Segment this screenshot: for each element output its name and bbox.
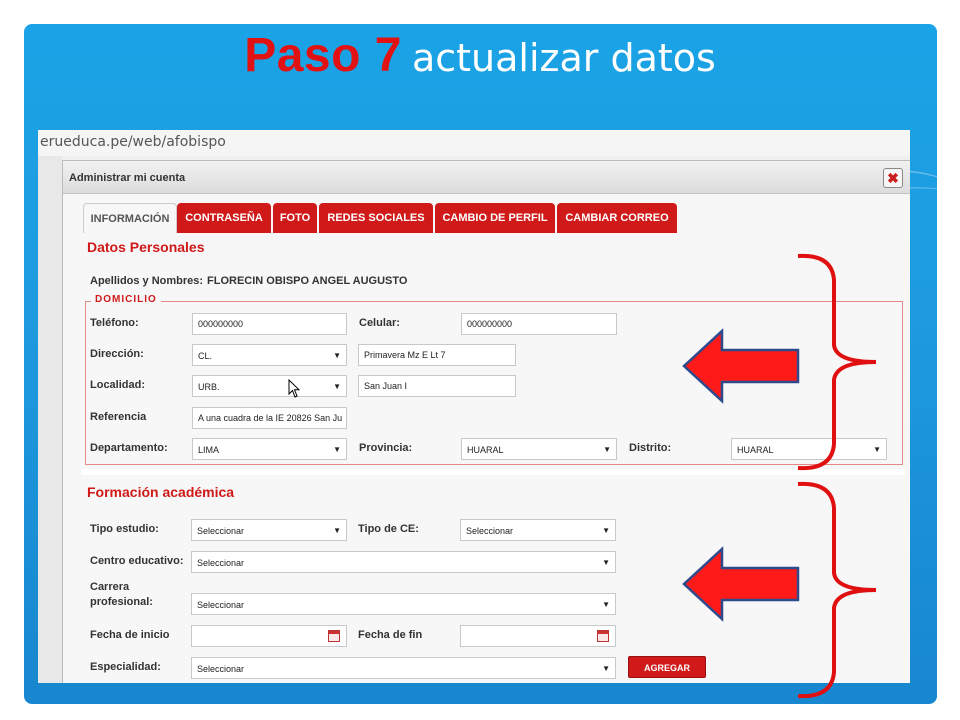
carrera-select[interactable]: Seleccionar ▼ bbox=[191, 593, 616, 615]
tipo-estudio-label: Tipo estudio: bbox=[90, 523, 159, 535]
tipo-estudio-value: Seleccionar bbox=[197, 526, 245, 536]
centro-educativo-select[interactable]: Seleccionar ▼ bbox=[191, 551, 616, 573]
distrito-label: Distrito: bbox=[629, 442, 672, 454]
calendar-icon[interactable] bbox=[597, 630, 609, 642]
datos-personales-title: Datos Personales bbox=[87, 239, 205, 255]
localidad-type-select[interactable]: URB. ▼ bbox=[192, 375, 347, 397]
localidad-type-value: URB. bbox=[198, 382, 220, 392]
localidad-input[interactable]: San Juan I bbox=[358, 375, 516, 397]
departamento-select[interactable]: LIMA ▼ bbox=[192, 438, 347, 460]
tab-foto[interactable]: FOTO bbox=[273, 203, 317, 233]
direccion-input[interactable]: Primavera Mz E Lt 7 bbox=[358, 344, 516, 366]
fecha-inicio-label: Fecha de inicio bbox=[90, 629, 170, 641]
carrera-label-line2: profesional: bbox=[90, 596, 153, 608]
provincia-select[interactable]: HUARAL ▼ bbox=[461, 438, 617, 460]
modal-title: Administrar mi cuenta bbox=[69, 172, 186, 184]
provincia-label: Provincia: bbox=[359, 442, 413, 454]
close-icon: ✖ bbox=[887, 170, 899, 186]
localidad-label: Localidad: bbox=[90, 379, 146, 391]
tab-redes-sociales[interactable]: REDES SOCIALES bbox=[319, 203, 433, 233]
slide-title: Paso 7 actualizar datos bbox=[0, 28, 960, 83]
tipo-ce-select[interactable]: Seleccionar ▼ bbox=[460, 519, 616, 541]
slide-title-step: Paso 7 bbox=[244, 29, 402, 82]
departamento-value: LIMA bbox=[198, 445, 220, 455]
slide-title-text: actualizar datos bbox=[411, 36, 716, 80]
section-divider bbox=[81, 469, 905, 475]
carrera-value: Seleccionar bbox=[197, 600, 245, 610]
mouse-cursor-icon bbox=[288, 379, 301, 398]
direccion-type-value: CL. bbox=[198, 351, 213, 361]
celular-input[interactable]: 000000000 bbox=[461, 313, 617, 335]
fecha-fin-label: Fecha de fin bbox=[358, 629, 423, 641]
modal-header: Administrar mi cuenta ✖ bbox=[63, 161, 910, 194]
right-brace-icon bbox=[797, 481, 877, 699]
pointer-arrow-icon bbox=[682, 328, 800, 404]
chevron-down-icon: ▼ bbox=[333, 526, 341, 535]
celular-label: Celular: bbox=[359, 317, 400, 329]
centro-educativo-value: Seleccionar bbox=[197, 558, 245, 568]
tab-contrasena[interactable]: CONTRASEÑA bbox=[177, 203, 271, 233]
referencia-input[interactable]: A una cuadra de la IE 20826 San Ju bbox=[192, 407, 347, 429]
chevron-down-icon: ▼ bbox=[602, 558, 610, 567]
carrera-label-line1: Carrera bbox=[90, 581, 130, 593]
especialidad-select[interactable]: Seleccionar ▼ bbox=[191, 657, 616, 679]
tab-cambio-de-perfil[interactable]: CAMBIO DE PERFIL bbox=[435, 203, 555, 233]
chevron-down-icon: ▼ bbox=[602, 526, 610, 535]
tipo-estudio-select[interactable]: Seleccionar ▼ bbox=[191, 519, 347, 541]
fecha-inicio-input[interactable] bbox=[191, 625, 347, 647]
pointer-arrow-icon bbox=[682, 546, 800, 622]
tab-informacion[interactable]: INFORMACIÓN bbox=[83, 203, 177, 234]
page-left-strip bbox=[38, 156, 62, 683]
tipo-ce-label: Tipo de CE: bbox=[358, 523, 419, 535]
especialidad-label: Especialidad: bbox=[90, 661, 161, 673]
distrito-value: HUARAL bbox=[737, 445, 774, 455]
chevron-down-icon: ▼ bbox=[603, 445, 611, 454]
browser-address-bar[interactable]: erueduca.pe/web/afobispo bbox=[38, 130, 910, 157]
agregar-button[interactable]: AGREGAR bbox=[628, 656, 706, 678]
provincia-value: HUARAL bbox=[467, 445, 504, 455]
formacion-title: Formación académica bbox=[87, 484, 235, 500]
chevron-down-icon: ▼ bbox=[333, 382, 341, 391]
telefono-input[interactable]: 000000000 bbox=[192, 313, 347, 335]
calendar-icon[interactable] bbox=[328, 630, 340, 642]
referencia-label: Referencia bbox=[90, 411, 147, 423]
names-value: FLORECIN OBISPO ANGEL AUGUSTO bbox=[207, 275, 408, 287]
chevron-down-icon: ▼ bbox=[333, 445, 341, 454]
browser-url: erueduca.pe/web/afobispo bbox=[40, 134, 226, 150]
chevron-down-icon: ▼ bbox=[602, 664, 610, 673]
telefono-label: Teléfono: bbox=[90, 317, 139, 329]
tab-cambiar-correo[interactable]: CAMBIAR CORREO bbox=[557, 203, 677, 233]
direccion-type-select[interactable]: CL. ▼ bbox=[192, 344, 347, 366]
close-button[interactable]: ✖ bbox=[883, 168, 903, 188]
fecha-fin-input[interactable] bbox=[460, 625, 616, 647]
chevron-down-icon: ▼ bbox=[333, 351, 341, 360]
tipo-ce-value: Seleccionar bbox=[466, 526, 514, 536]
departamento-label: Departamento: bbox=[90, 442, 168, 454]
right-brace-icon bbox=[797, 253, 877, 471]
centro-educativo-label: Centro educativo: bbox=[90, 555, 184, 567]
chevron-down-icon: ▼ bbox=[602, 600, 610, 609]
domicilio-legend: DOMICILIO bbox=[91, 294, 161, 305]
direccion-label: Dirección: bbox=[90, 348, 144, 360]
especialidad-value: Seleccionar bbox=[197, 664, 245, 674]
names-label: Apellidos y Nombres: bbox=[90, 275, 204, 287]
